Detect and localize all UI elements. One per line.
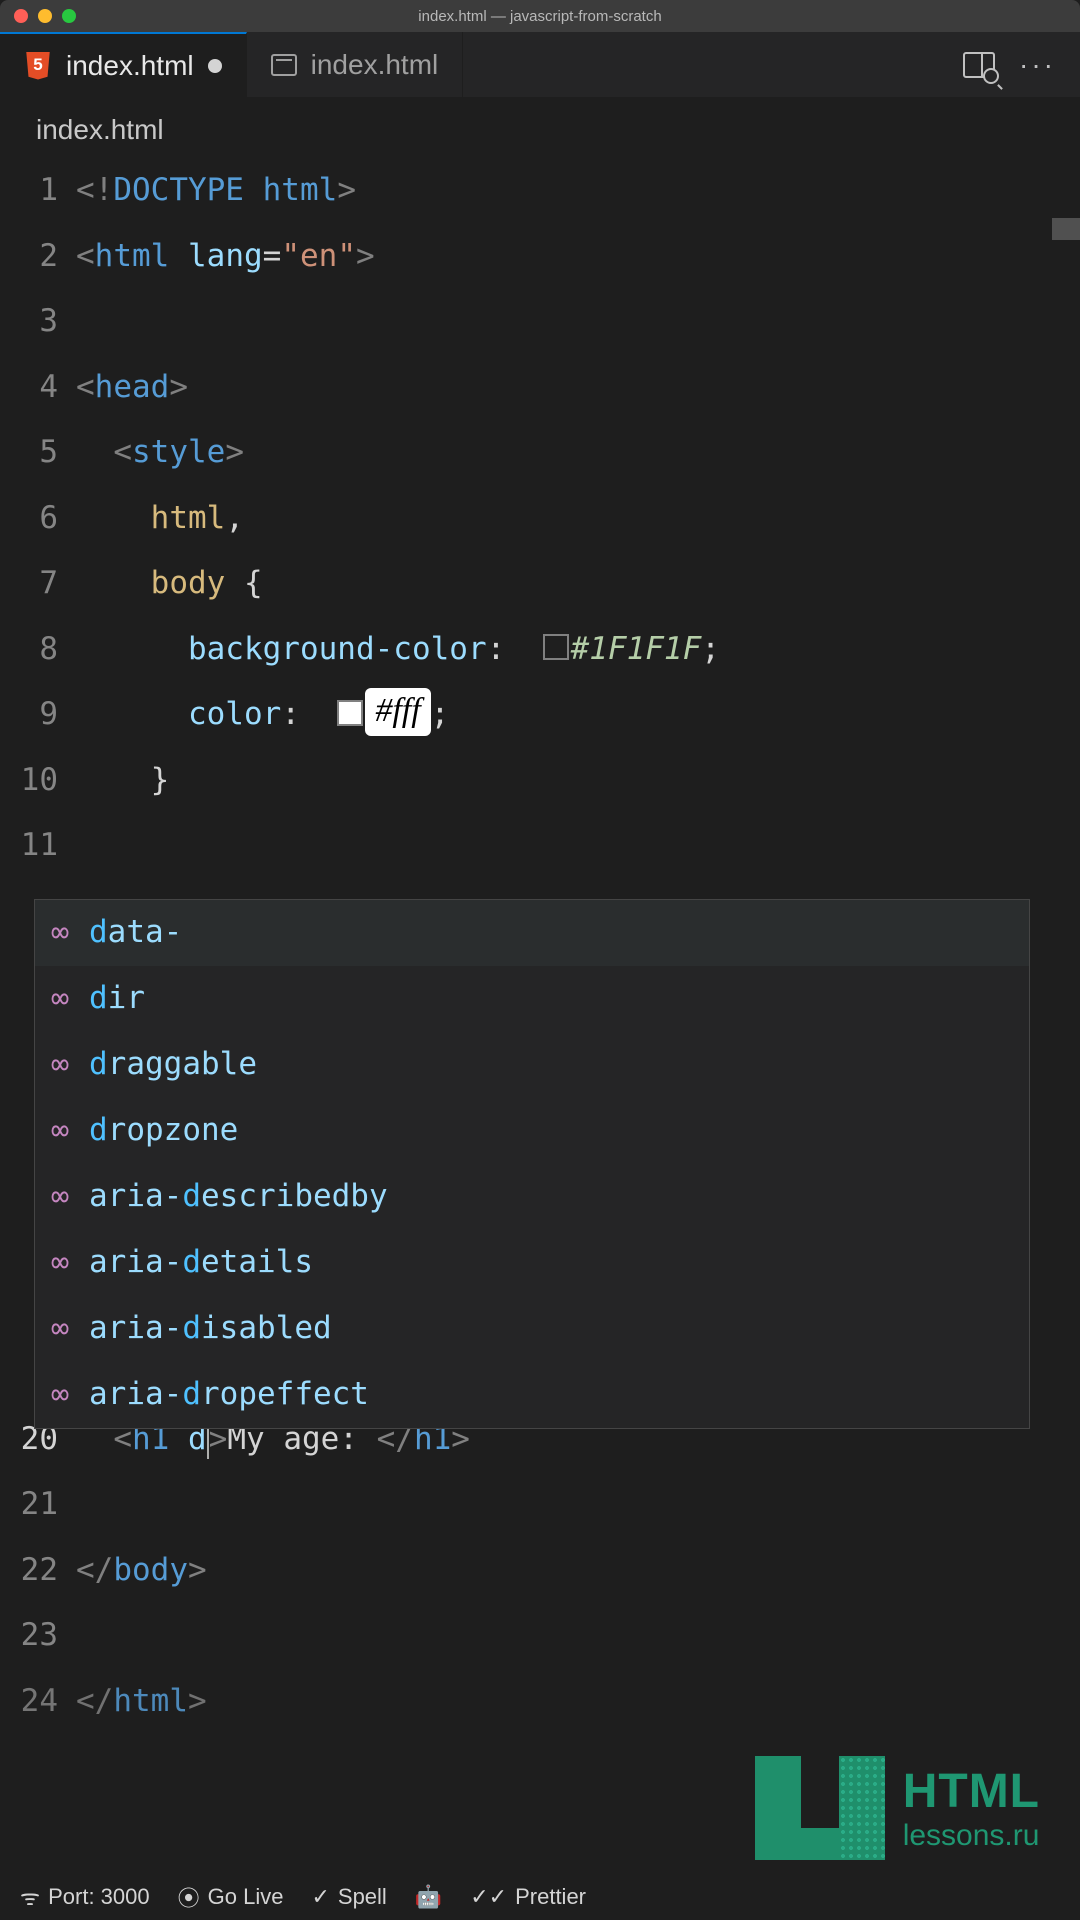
suggest-item[interactable]: ∞data- <box>35 900 1029 966</box>
traffic-lights <box>0 9 76 23</box>
double-check-icon: ✓✓ <box>470 1884 507 1910</box>
line-number: 1 <box>0 158 76 224</box>
color-swatch[interactable] <box>543 634 569 660</box>
maximize-window-button[interactable] <box>62 9 76 23</box>
line-number: 21 <box>0 1472 76 1538</box>
more-actions-icon[interactable]: ··· <box>1019 49 1056 81</box>
minimap-viewport[interactable] <box>1052 218 1080 240</box>
tab-index-html-active[interactable]: index.html <box>0 32 247 97</box>
code-editor[interactable]: 1<!DOCTYPE html> 2<html lang="en"> 3 4<h… <box>0 158 1080 1734</box>
minimize-window-button[interactable] <box>38 9 52 23</box>
editor-tabs: index.html index.html ··· <box>0 32 1080 98</box>
copilot-icon: 🤖 <box>415 1884 442 1910</box>
line-number: 10 <box>0 748 76 814</box>
status-copilot[interactable]: 🤖 <box>405 1884 452 1910</box>
line-number: 8 <box>0 617 76 683</box>
tab-label: index.html <box>66 50 194 82</box>
line-number: 22 <box>0 1538 76 1604</box>
status-spell[interactable]: ✓ Spell <box>301 1884 396 1910</box>
line-number: 3 <box>0 289 76 355</box>
line-number: 5 <box>0 420 76 486</box>
color-value-badge: #fff <box>365 688 430 736</box>
color-swatch[interactable] <box>337 700 363 726</box>
status-golive[interactable]: ⦿ Go Live <box>168 1881 294 1913</box>
tab-label: index.html <box>311 49 439 81</box>
property-icon: ∞ <box>43 1296 77 1362</box>
line-number: 23 <box>0 1603 76 1669</box>
property-icon: ∞ <box>43 1164 77 1230</box>
watermark-logo: HTML lessons.ru <box>755 1756 1040 1860</box>
close-window-button[interactable] <box>14 9 28 23</box>
suggest-item[interactable]: ∞aria-describedby <box>35 1164 1029 1230</box>
check-icon: ✓ <box>311 1884 329 1910</box>
status-prettier[interactable]: ✓✓ Prettier <box>460 1884 596 1910</box>
suggest-item[interactable]: ∞dropzone <box>35 1098 1029 1164</box>
line-number: 9 <box>0 682 76 748</box>
line-number: 4 <box>0 355 76 421</box>
line-number: 7 <box>0 551 76 617</box>
window-titlebar: index.html — javascript-from-scratch <box>0 0 1080 32</box>
property-icon: ∞ <box>43 1362 77 1428</box>
line-number: 11 <box>0 813 76 879</box>
window-title: index.html — javascript-from-scratch <box>418 8 661 25</box>
breadcrumb[interactable]: index.html <box>0 98 1080 158</box>
property-icon: ∞ <box>43 1230 77 1296</box>
intellisense-popup: ∞data- ∞dir ∞draggable ∞dropzone ∞aria-d… <box>34 899 1030 1429</box>
status-port[interactable]: ᯤ Port: 3000 <box>10 1882 160 1912</box>
property-icon: ∞ <box>43 966 77 1032</box>
property-icon: ∞ <box>43 1032 77 1098</box>
property-icon: ∞ <box>43 900 77 966</box>
split-editor-icon[interactable] <box>963 52 995 78</box>
suggest-item[interactable]: ∞aria-disabled <box>35 1296 1029 1362</box>
line-number: 2 <box>0 224 76 290</box>
suggest-item[interactable]: ∞aria-details <box>35 1230 1029 1296</box>
suggest-item[interactable]: ∞aria-dropeffect <box>35 1362 1029 1428</box>
preview-file-icon <box>271 54 297 76</box>
antenna-icon: ⦿ <box>178 1881 200 1913</box>
suggest-item[interactable]: ∞draggable <box>35 1032 1029 1098</box>
suggest-item[interactable]: ∞dir <box>35 966 1029 1032</box>
status-bar: ᯤ Port: 3000 ⦿ Go Live ✓ Spell 🤖 ✓✓ Pret… <box>0 1874 1080 1920</box>
broadcast-icon: ᯤ <box>20 1882 40 1912</box>
html5-file-icon <box>24 52 52 80</box>
property-icon: ∞ <box>43 1098 77 1164</box>
line-number: 6 <box>0 486 76 552</box>
dirty-indicator-icon <box>208 59 222 73</box>
tab-index-html-preview[interactable]: index.html <box>247 32 464 97</box>
line-number: 24 <box>0 1669 76 1735</box>
